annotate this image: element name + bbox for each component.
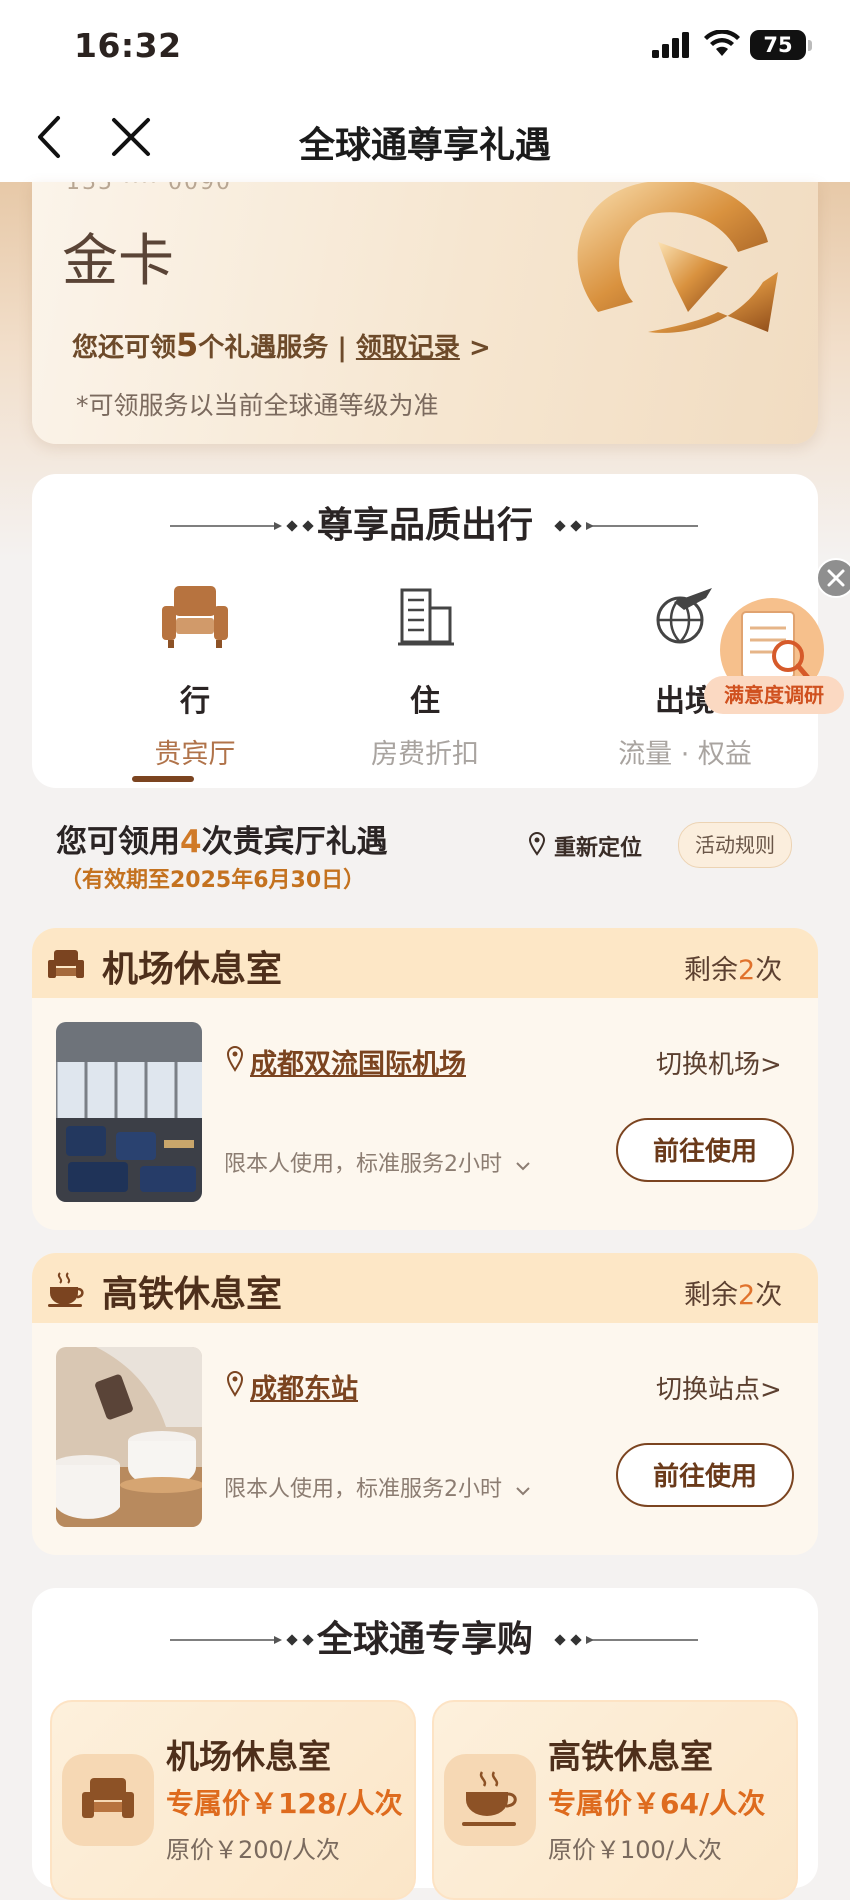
shop-item-airport-lounge[interactable]: 机场休息室 专属价￥128/人次 原价￥200/人次 bbox=[50, 1700, 416, 1900]
coffee-cup-icon bbox=[48, 1272, 84, 1307]
go-use-button[interactable]: 前往使用 bbox=[616, 1118, 794, 1182]
location-pin-icon bbox=[226, 1046, 244, 1072]
train-lounge-card: 高铁休息室 剩余2次 成都东站 切换站点> 限本人使用，标准服务2小时 前往使用 bbox=[32, 1253, 818, 1555]
remaining-services-count: 5 bbox=[176, 326, 199, 364]
tab-stay-label: 住 bbox=[410, 684, 440, 719]
switch-station-link[interactable]: 切换站点> bbox=[656, 1369, 782, 1406]
member-card: 135 ···· 0090 金卡 您还可领5个礼遇服务 | 领取记录 > *可领… bbox=[32, 182, 818, 444]
tab-outbound-sub: 流量 · 权益 bbox=[618, 739, 752, 770]
building-icon bbox=[398, 588, 454, 646]
tab-travel-label: 行 bbox=[180, 684, 210, 719]
status-bar: 16:32 75 bbox=[0, 0, 850, 92]
survey-close-icon[interactable] bbox=[816, 558, 850, 598]
shop-section-title: 全球通专享购 bbox=[316, 1619, 533, 1660]
signal-icon bbox=[652, 32, 689, 58]
shop-item-train-lounge[interactable]: 高铁休息室 专属价￥64/人次 原价￥100/人次 bbox=[432, 1700, 798, 1900]
coffee-cup-icon bbox=[444, 1754, 536, 1846]
lounge-card-header: 机场休息室 剩余2次 bbox=[32, 928, 818, 998]
active-tab-indicator bbox=[132, 776, 194, 782]
lounge-title: 高铁休息室 bbox=[102, 1274, 283, 1315]
claim-records-link[interactable]: 领取记录 bbox=[356, 333, 460, 363]
member-level: 金卡 bbox=[62, 229, 174, 294]
shop-item-original-price: 原价￥200/人次 bbox=[166, 1836, 340, 1864]
card-note: *可领服务以当前全球通等级为准 bbox=[76, 391, 439, 420]
lounge-remaining: 剩余2次 bbox=[684, 1280, 783, 1311]
lounge-location-link[interactable]: 成都双流国际机场 bbox=[250, 1042, 466, 1081]
lounge-title: 机场休息室 bbox=[102, 949, 283, 990]
relocate-button[interactable]: 重新定位 bbox=[554, 830, 642, 862]
shop-item-price: 专属价￥64/人次 bbox=[548, 1787, 766, 1820]
go-use-button[interactable]: 前往使用 bbox=[616, 1443, 794, 1507]
privilege-section: 尊享品质出行 行 贵宾厅 住 房费折扣 出境 流量 · 权益 bbox=[32, 474, 818, 788]
usage-limit-text[interactable]: 限本人使用，标准服务2小时 bbox=[224, 1471, 531, 1503]
battery-indicator: 75 bbox=[750, 30, 812, 60]
privilege-section-title: 尊享品质出行 bbox=[316, 505, 533, 546]
chevron-down-icon bbox=[516, 1487, 530, 1496]
switch-airport-link[interactable]: 切换机场> bbox=[656, 1044, 782, 1081]
location-pin-icon[interactable] bbox=[528, 832, 546, 856]
lounge-claim-count: 4 bbox=[180, 824, 202, 860]
shop-item-title: 高铁休息室 bbox=[548, 1737, 713, 1776]
shop-item-original-price: 原价￥100/人次 bbox=[548, 1836, 722, 1864]
validity-text: （有效期至2025年6月30日） bbox=[60, 868, 366, 893]
shop-item-price: 专属价￥128/人次 bbox=[166, 1787, 403, 1820]
airport-lounge-card: 机场休息室 剩余2次 成都双流国际机场 切换机场> 限本人使用，标准服务2小时 … bbox=[32, 928, 818, 1230]
shop-item-title: 机场休息室 bbox=[166, 1737, 331, 1776]
survey-label[interactable]: 满意度调研 bbox=[704, 676, 844, 714]
tab-travel-sub: 贵宾厅 bbox=[154, 739, 236, 770]
train-lounge-photo bbox=[56, 1347, 202, 1527]
title-decoration-right-icon bbox=[554, 1634, 698, 1646]
lounge-card-header: 高铁休息室 剩余2次 bbox=[32, 1253, 818, 1323]
wifi-icon bbox=[704, 30, 740, 56]
brand-logo-icon bbox=[577, 182, 778, 333]
status-time: 16:32 bbox=[74, 26, 182, 65]
chevron-down-icon bbox=[516, 1162, 530, 1171]
title-decoration-right-icon bbox=[554, 520, 698, 532]
sofa-icon bbox=[62, 1754, 154, 1846]
lounge-remaining: 剩余2次 bbox=[684, 955, 783, 986]
usage-limit-text[interactable]: 限本人使用，标准服务2小时 bbox=[224, 1146, 531, 1178]
exclusive-shop-section: 全球通专享购 机场休息室 专属价￥128/人次 原价￥200/人次 高铁休息室 … bbox=[32, 1588, 818, 1900]
tab-stay-sub: 房费折扣 bbox=[371, 739, 479, 770]
card-number: 135 ···· 0090 bbox=[66, 182, 232, 195]
page-title: 全球通尊享礼遇 bbox=[298, 125, 551, 166]
remaining-services-tip: 您还可领5个礼遇服务 | 领取记录 > bbox=[72, 326, 491, 364]
sofa-icon bbox=[48, 950, 84, 978]
location-pin-icon bbox=[226, 1371, 244, 1397]
lounge-claim-summary: 您可领用4次贵宾厅礼遇 bbox=[56, 824, 388, 860]
nav-bar: 全球通尊享礼遇 bbox=[0, 92, 850, 183]
sofa-icon bbox=[162, 586, 228, 648]
lounge-location-link[interactable]: 成都东站 bbox=[250, 1367, 358, 1406]
airport-lounge-photo bbox=[56, 1022, 202, 1202]
activity-rules-button[interactable]: 活动规则 bbox=[678, 822, 792, 868]
